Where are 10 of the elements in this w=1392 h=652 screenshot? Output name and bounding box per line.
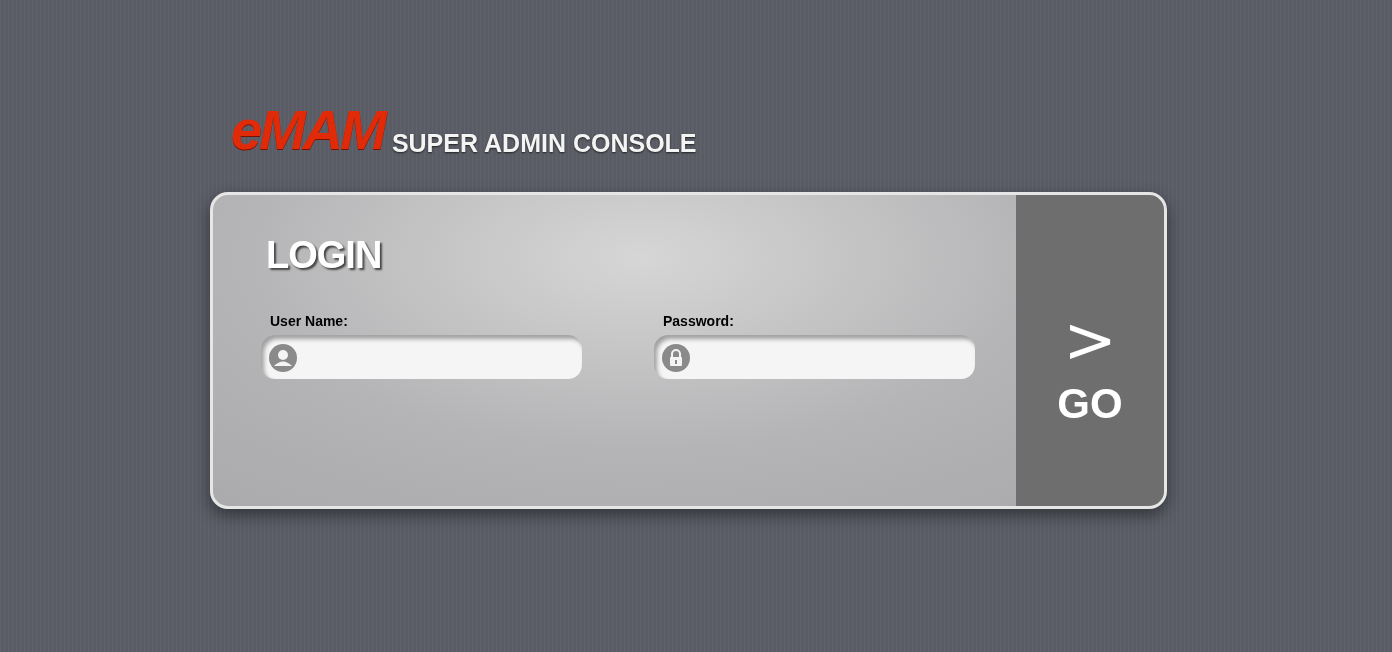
person-icon bbox=[269, 344, 297, 372]
field-label: User Name: bbox=[269, 313, 349, 329]
go-button[interactable]: > GO bbox=[1016, 195, 1164, 506]
brand-logo: eMAM bbox=[231, 104, 384, 156]
field-label: Password: bbox=[662, 313, 735, 329]
login-title: LOGIN bbox=[266, 233, 383, 277]
input-field[interactable] bbox=[261, 335, 582, 379]
padlock-icon bbox=[662, 344, 690, 372]
console-title: SUPER ADMIN CONSOLE bbox=[391, 129, 697, 157]
input-field[interactable] bbox=[654, 335, 975, 379]
